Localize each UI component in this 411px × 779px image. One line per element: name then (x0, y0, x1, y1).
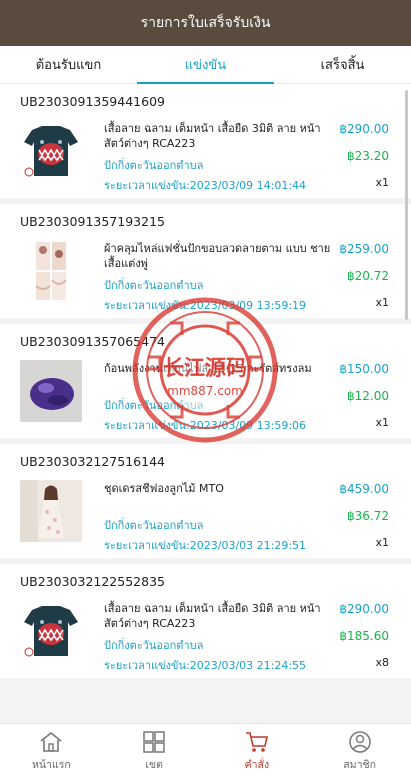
product-image-shawl[interactable] (20, 240, 82, 302)
order-location: ปักกิ่งตะวันออกตำบล (104, 279, 204, 292)
order-quantity: x1 (375, 296, 389, 309)
order-id: UB2303091359441609 (20, 94, 165, 109)
order-commission: ฿185.60 (339, 629, 389, 643)
order-list[interactable]: UB2303091359441609 เสื้อลาย ฉลาม เต็มหน้… (0, 84, 411, 723)
order-price: ฿150.00 (339, 362, 389, 376)
order-card[interactable]: UB2303091359441609 เสื้อลาย ฉลาม เต็มหน้… (0, 84, 411, 198)
order-commission: ฿20.72 (347, 269, 389, 283)
product-title: เสื้อลาย ฉลาม เต็มหน้า เสื้อยืด 3มิติ ลา… (104, 602, 321, 630)
order-commission: ฿36.72 (347, 509, 389, 523)
order-location: ปักกิ่งตะวันออกตำบล (104, 159, 204, 172)
order-tabs: ต้อนรับแขก แข่งขัน เสร็จสิ้น (0, 46, 411, 84)
page: รายการใบเสร็จรับเงิน ต้อนรับแขก แข่งขัน … (0, 0, 411, 779)
tab-label: เสร็จสิ้น (320, 58, 365, 73)
order-id: UB2303032127516144 (20, 454, 165, 469)
order-price: ฿459.00 (339, 482, 389, 496)
competition-time: ระยะเวลาแข่งขัน:2023/03/03 21:24:55 (104, 659, 307, 672)
order-location: ปักกิ่งตะวันออกตำบล (104, 399, 204, 412)
nav-label: หน้าแรก (31, 759, 71, 771)
order-price: ฿290.00 (339, 122, 389, 136)
page-title: รายการใบเสร็จรับเงิน (140, 15, 271, 31)
home-icon (40, 731, 62, 752)
order-location: ปักกิ่งตะวันออกตำบล (104, 639, 204, 652)
bottom-navigation: หน้าแรก เขต คำสั่ง สมาชิก (0, 723, 411, 779)
order-commission: ฿23.20 (347, 149, 389, 163)
product-title: เสื้อลาย ฉลาม เต็มหน้า เสื้อยืด 3มิติ ลา… (104, 122, 321, 150)
product-title: ก้อนพลังงานเทียนไฟส์ 13.35 กะรัตส์ทรงลม (104, 362, 312, 375)
nav-orders[interactable]: คำสั่ง (206, 724, 309, 779)
order-card[interactable]: UB2303091357193215 ผ้าคลุมไหล่แฟชั่นปักข… (0, 204, 411, 318)
product-title: ชุดเดรสชีฟองลูกไม้ MTO (104, 482, 224, 495)
order-price: ฿259.00 (339, 242, 389, 256)
order-quantity: x1 (375, 416, 389, 429)
grid-icon (143, 731, 165, 753)
tab-reception[interactable]: ต้อนรับแขก (0, 46, 137, 83)
user-icon (348, 731, 371, 753)
list-scrollbar[interactable] (405, 90, 408, 320)
product-title: ผ้าคลุมไหล่แฟชั่นปักขอบลวดลายตาม แบบ ชาย… (104, 242, 331, 270)
order-location: ปักกิ่งตะวันออกตำบล (104, 519, 204, 532)
product-image-dress[interactable] (20, 480, 82, 542)
order-quantity: x1 (375, 176, 389, 189)
product-image-purple-gem[interactable] (20, 360, 82, 422)
header-bar: รายการใบเสร็จรับเงิน (0, 0, 411, 46)
nav-member[interactable]: สมาชิก (308, 724, 411, 779)
cart-icon (245, 732, 268, 752)
product-image-shark-shirt[interactable] (20, 600, 82, 662)
competition-time: ระยะเวลาแข่งขัน:2023/03/09 13:59:19 (104, 299, 307, 312)
nav-label: เขต (145, 759, 163, 771)
product-image-shark-shirt[interactable] (20, 120, 82, 182)
tab-competing[interactable]: แข่งขัน (137, 46, 274, 84)
tab-label: ต้อนรับแขก (35, 58, 102, 73)
tab-completed[interactable]: เสร็จสิ้น (274, 46, 411, 83)
nav-label: คำสั่ง (244, 759, 270, 771)
order-card[interactable]: UB2303032127516144 ชุดเดรสชีฟองลูกไม้ MT… (0, 444, 411, 558)
tab-label: แข่งขัน (184, 58, 227, 73)
order-card[interactable]: UB2303091357065474 ก้อนพลังงานเทียนไฟส์ … (0, 324, 411, 438)
order-quantity: x1 (375, 536, 389, 549)
competition-time: ระยะเวลาแข่งขัน:2023/03/09 14:01:44 (104, 179, 307, 192)
nav-label: สมาชิก (343, 759, 376, 771)
order-id: UB2303032122552835 (20, 574, 165, 589)
nav-home[interactable]: หน้าแรก (0, 724, 103, 779)
order-id: UB2303091357193215 (20, 214, 165, 229)
order-commission: ฿12.00 (347, 389, 389, 403)
competition-time: ระยะเวลาแข่งขัน:2023/03/09 13:59:06 (104, 419, 307, 432)
order-card[interactable]: UB2303032122552835 เสื้อลาย ฉลาม เต็มหน้… (0, 564, 411, 678)
nav-zone[interactable]: เขต (103, 724, 206, 779)
order-id: UB2303091357065474 (20, 334, 165, 349)
order-quantity: x8 (375, 656, 389, 669)
order-price: ฿290.00 (339, 602, 389, 616)
competition-time: ระยะเวลาแข่งขัน:2023/03/03 21:29:51 (104, 539, 307, 552)
